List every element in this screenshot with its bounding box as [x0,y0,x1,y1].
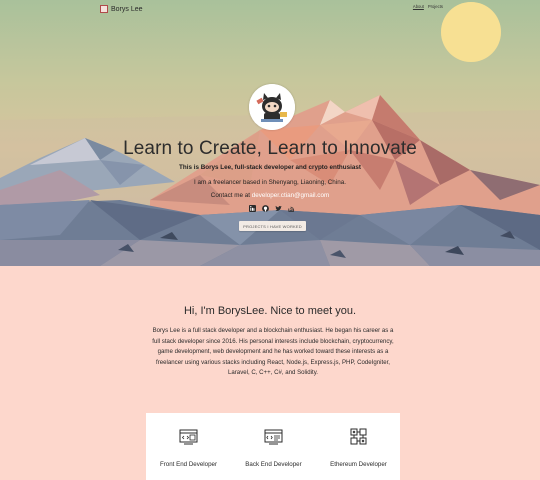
linkedin-icon[interactable] [248,204,256,212]
backend-code-icon [264,429,283,445]
frontend-code-icon [179,429,198,445]
hero-banner: Borys Lee About Projects Learn to Create… [0,0,540,266]
hero-tagline: This is Borys Lee, full-stack developer … [179,164,361,171]
service-label: Ethereum Developer [330,461,387,468]
stackoverflow-icon[interactable] [287,204,295,212]
twitter-icon[interactable] [274,204,282,212]
service-label: Front End Developer [159,461,218,468]
social-links [248,204,295,212]
intro-paragraph: Borys Lee is a full stack developer and … [152,327,394,376]
nav-menu: About Projects [413,4,443,9]
octocat-avatar-icon [249,84,295,130]
service-card-backend: Back End Developer [231,413,316,480]
github-icon[interactable] [261,204,269,212]
service-card-ethereum: Ethereum Developer [316,413,401,480]
hero-contact: Contact me at developer.ctian@gmail.com [0,192,540,199]
hero-location: I am a freelancer based in Shenyang, Lia… [194,179,346,186]
intro-heading: Hi, I'm BorysLee. Nice to meet you. [183,305,357,317]
top-navigation: Borys Lee About Projects [100,3,445,17]
ethereum-blocks-icon [350,428,367,445]
email-link[interactable]: developer.ctian@gmail.com [252,192,329,199]
brand-logo-icon [100,5,108,13]
avatar [249,84,295,130]
brand-link[interactable]: Borys Lee [100,3,143,15]
projects-button[interactable]: PROJECTS I HAVE WORKED [239,221,306,231]
nav-link-projects[interactable]: Projects [428,4,443,9]
service-card-frontend: Front End Developer [146,413,231,480]
brand-name: Borys Lee [111,5,143,13]
contact-label: Contact me at [210,192,250,199]
nav-link-about[interactable]: About [413,4,424,9]
service-label: Back End Developer [245,461,302,468]
hero-title: Learn to Create, Learn to Innovate [123,138,417,159]
services-panel: Front End Developer Back End Developer E… [146,413,400,480]
